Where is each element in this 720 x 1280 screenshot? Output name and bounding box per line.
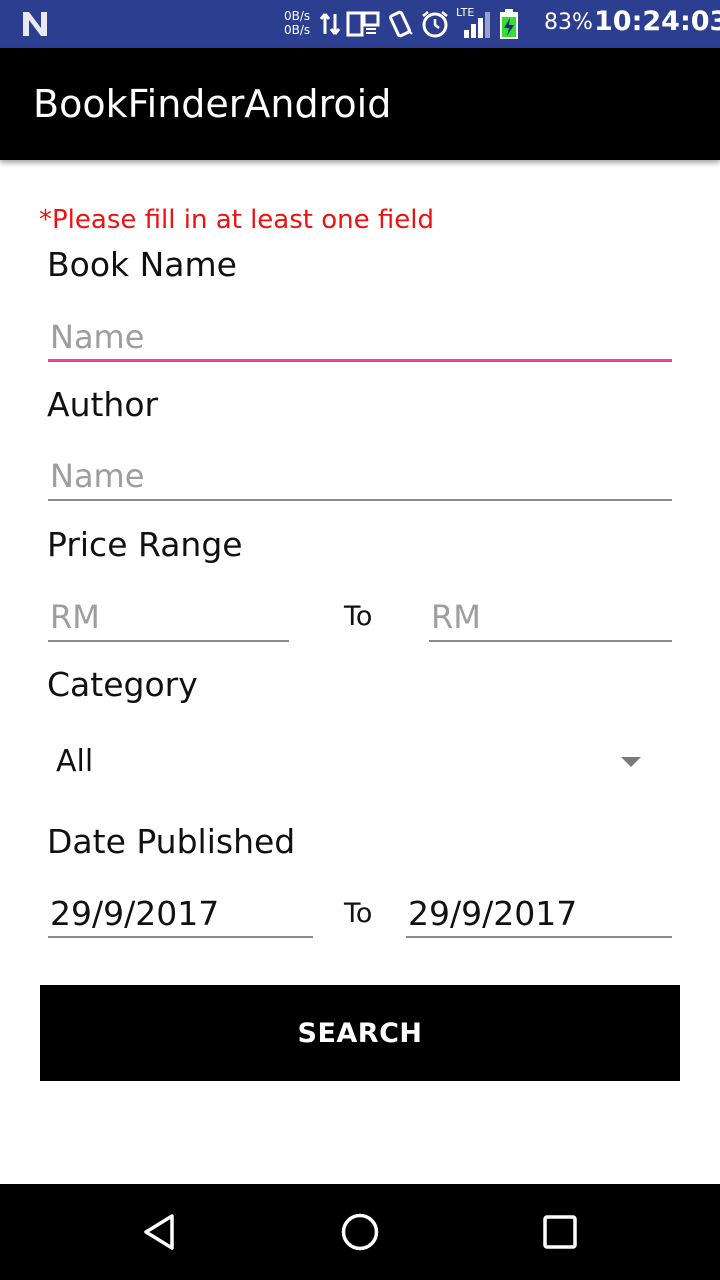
author-placeholder: Name xyxy=(50,457,145,495)
price-to-label: To xyxy=(344,601,373,632)
date-from-value: 29/9/2017 xyxy=(50,894,220,933)
alarm-icon xyxy=(422,11,448,38)
back-button[interactable] xyxy=(132,1204,188,1260)
book-name-input[interactable]: Name xyxy=(48,314,672,362)
date-to-input[interactable]: 29/9/2017 xyxy=(406,890,672,938)
recents-icon xyxy=(543,1215,577,1249)
date-to-label: To xyxy=(344,898,373,929)
status-bar: 0B/s 0B/s LTE 83% 10:24:03 xyxy=(0,0,720,48)
network-speed: 0B/s 0B/s xyxy=(284,9,310,37)
price-min-placeholder: RM xyxy=(50,598,100,636)
signal-indicator: LTE xyxy=(456,6,492,40)
category-dropdown[interactable]: All xyxy=(47,730,672,794)
date-published-label: Date Published xyxy=(47,822,296,861)
price-max-placeholder: RM xyxy=(431,598,481,636)
vibrate-icon xyxy=(389,10,413,38)
battery-percentage: 83% xyxy=(544,10,593,35)
home-button[interactable] xyxy=(332,1204,388,1260)
home-icon xyxy=(341,1213,379,1251)
recents-button[interactable] xyxy=(532,1204,588,1260)
battery-charging-icon xyxy=(500,9,518,39)
app-bar: BookFinderAndroid xyxy=(0,48,720,160)
book-name-placeholder: Name xyxy=(50,318,145,356)
cast-icon xyxy=(346,11,380,37)
price-max-input[interactable]: RM xyxy=(429,594,672,642)
validation-warning: *Please fill in at least one field xyxy=(39,205,434,235)
author-label: Author xyxy=(47,385,159,424)
data-transfer-icon xyxy=(320,13,340,35)
author-input[interactable]: Name xyxy=(48,453,672,501)
back-icon xyxy=(144,1214,174,1250)
book-name-label: Book Name xyxy=(47,245,237,284)
app-title: BookFinderAndroid xyxy=(33,82,392,126)
dropdown-arrow-icon xyxy=(621,757,641,767)
category-selected-value: All xyxy=(56,744,94,779)
price-range-label: Price Range xyxy=(47,525,243,564)
date-from-input[interactable]: 29/9/2017 xyxy=(48,890,313,938)
price-min-input[interactable]: RM xyxy=(48,594,289,642)
date-to-value: 29/9/2017 xyxy=(408,894,578,933)
navigation-bar xyxy=(0,1184,720,1280)
category-label: Category xyxy=(47,665,198,704)
net-download-speed: 0B/s xyxy=(284,23,311,37)
status-clock: 10:24:03 xyxy=(594,6,720,37)
notification-n-icon xyxy=(23,12,47,36)
status-icons: LTE xyxy=(320,6,520,40)
net-upload-speed: 0B/s xyxy=(284,9,311,23)
search-button[interactable]: SEARCH xyxy=(40,985,680,1081)
signal-icon xyxy=(464,12,490,38)
